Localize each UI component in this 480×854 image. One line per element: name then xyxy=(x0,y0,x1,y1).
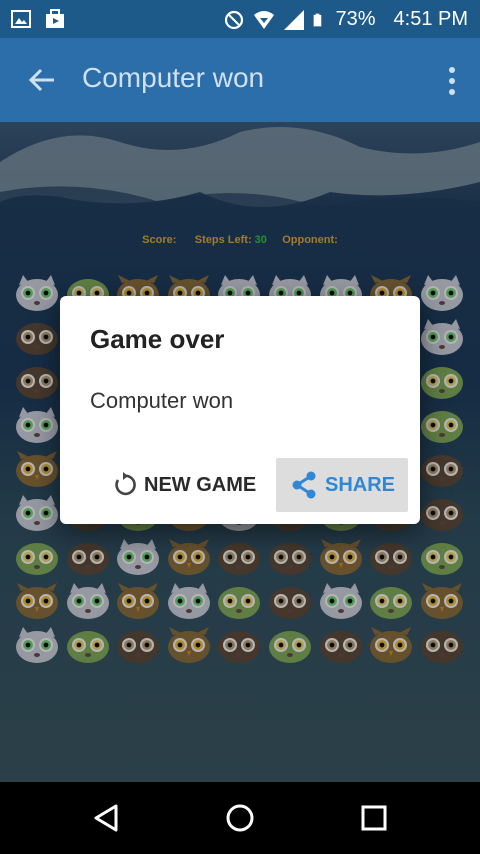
system-nav-bar xyxy=(0,782,480,854)
app-bar: Computer won xyxy=(0,38,480,122)
share-button[interactable]: SHARE xyxy=(276,458,408,512)
nav-home-icon[interactable] xyxy=(224,802,256,834)
back-arrow-icon[interactable] xyxy=(28,66,56,94)
nav-back-icon[interactable] xyxy=(90,802,122,834)
wifi-icon xyxy=(254,10,275,29)
signal-icon xyxy=(284,9,305,30)
restart-icon xyxy=(115,472,136,496)
overflow-menu-icon[interactable] xyxy=(448,66,456,96)
bag-icon xyxy=(46,9,64,28)
battery-percent: 73% xyxy=(335,8,376,30)
clock: 4:51 PM xyxy=(393,8,468,30)
new-game-button[interactable]: NEW GAME xyxy=(110,458,256,512)
game-over-dialog: Game over Computer won NEW GAME SHARE xyxy=(60,296,420,524)
dialog-message: Computer won xyxy=(90,388,234,413)
share-label: SHARE xyxy=(324,473,395,496)
dnd-icon xyxy=(225,10,244,29)
gallery-icon xyxy=(11,10,31,28)
nav-recents-icon[interactable] xyxy=(358,802,390,834)
status-right: 73% 4:51 PM xyxy=(223,8,468,31)
share-icon xyxy=(292,471,316,499)
new-game-label: NEW GAME xyxy=(144,473,257,496)
status-bar: 73% 4:51 PM xyxy=(0,0,480,38)
page-title: Computer won xyxy=(82,62,265,93)
dialog-title: Game over xyxy=(90,324,225,354)
battery-icon xyxy=(314,13,322,26)
status-left-icons xyxy=(10,8,66,30)
